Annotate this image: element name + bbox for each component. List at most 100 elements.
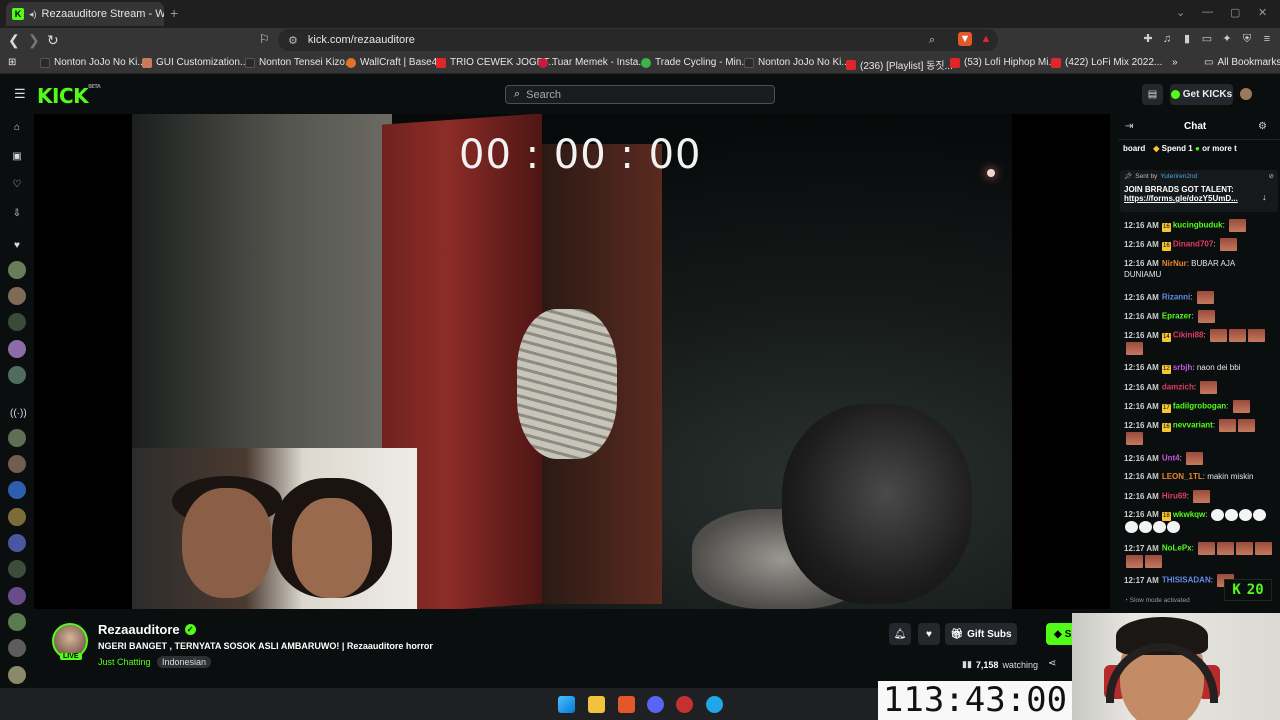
chat-emote-icon[interactable]: [1209, 329, 1227, 342]
followed-channel-avatar[interactable]: [8, 261, 26, 279]
chat-username[interactable]: Eprazer: [1162, 312, 1191, 321]
pinned-link[interactable]: https://forms.gle/dozY5UmD...: [1124, 194, 1274, 203]
chat-username[interactable]: Dinand707: [1173, 240, 1213, 249]
hamburger-menu-icon[interactable]: ☰: [14, 86, 26, 102]
chat-message[interactable]: 12:16 AM damzich:: [1124, 381, 1274, 394]
chat-message[interactable]: 12:16 AM NirNur: BUBAR AJA DUNIAMU: [1124, 258, 1274, 280]
stream-category[interactable]: Just Chatting: [98, 657, 151, 667]
downloads-icon[interactable]: ⇩: [10, 208, 24, 222]
chat-message[interactable]: 12:16 AM 14 Cikini88:: [1124, 329, 1274, 355]
chat-message[interactable]: 12:16 AM Hiru69:: [1124, 490, 1274, 503]
bookmark-item[interactable]: Trade Cycling - Min...: [641, 57, 750, 68]
hide-pin-icon[interactable]: ⊘: [1269, 172, 1274, 180]
kick-logo[interactable]: KICKBETA: [37, 84, 101, 108]
bookmark-item[interactable]: Tuar Memek - Insta...: [538, 57, 647, 68]
chat-message[interactable]: 12:16 AM Rizanni:: [1124, 291, 1274, 304]
chat-message[interactable]: 12:16 AM Unt4:: [1124, 452, 1274, 465]
forward-icon[interactable]: ❯: [28, 32, 40, 49]
chat-username[interactable]: wkwkqw: [1173, 510, 1205, 519]
tab-search-icon[interactable]: ⌄: [1176, 6, 1185, 19]
bookmark-item[interactable]: GUI Customization...: [142, 57, 248, 68]
chat-emote-icon[interactable]: [1255, 542, 1273, 555]
site-info-icon[interactable]: ⚙: [288, 34, 298, 47]
chat-emote-icon[interactable]: [1126, 432, 1143, 445]
chat-emote-icon[interactable]: [1252, 509, 1266, 521]
bookmark-item[interactable]: Nonton JoJo No Ki...: [40, 57, 146, 68]
chat-emote-icon[interactable]: [1200, 381, 1218, 394]
user-avatar[interactable]: [1240, 88, 1252, 100]
bookmark-page-icon[interactable]: ⚐: [259, 32, 270, 46]
chat-username[interactable]: NirNur: [1162, 259, 1187, 268]
chat-emote-icon[interactable]: [1126, 555, 1143, 568]
apps-icon[interactable]: ⊞: [8, 57, 16, 68]
chat-username[interactable]: damzich: [1162, 383, 1194, 392]
window-close-icon[interactable]: ✕: [1258, 6, 1267, 19]
pinned-message[interactable]: 📌︎ Sent by Yuteriren2nd ⊘ JOIN BRRADS GO…: [1120, 170, 1278, 212]
leo-ai-icon[interactable]: ✦: [1220, 32, 1234, 46]
chat-emote-icon[interactable]: [1232, 400, 1250, 413]
chat-emote-icon[interactable]: [1219, 238, 1237, 251]
language-tag[interactable]: Indonesian: [157, 656, 212, 668]
recommended-channel-avatar[interactable]: [8, 613, 26, 631]
maximize-icon[interactable]: ▢: [1230, 6, 1240, 19]
chat-username[interactable]: kucingbuduk: [1173, 221, 1223, 230]
brave-rewards-icon[interactable]: ▲: [979, 32, 993, 46]
reload-icon[interactable]: ↻: [47, 32, 59, 49]
chat-emote-icon[interactable]: [1167, 521, 1180, 534]
chat-emote-icon[interactable]: [1139, 521, 1152, 534]
chat-username[interactable]: Cikini88: [1173, 331, 1204, 340]
vpn-icon[interactable]: ⛨: [1240, 32, 1254, 46]
recommended-channel-avatar[interactable]: [8, 481, 26, 499]
bookmark-item[interactable]: Nonton Tensei Kizo...: [245, 57, 353, 68]
recommended-channel-avatar[interactable]: [8, 587, 26, 605]
notification-bell-icon[interactable]: 🔔︎: [889, 623, 911, 645]
recommended-channel-avatar[interactable]: [8, 639, 26, 657]
chat-username[interactable]: fadilgrobogan: [1173, 402, 1226, 411]
back-icon[interactable]: ❮: [8, 32, 20, 49]
chat-message[interactable]: 12:16 AM 16 Dinand707:: [1124, 238, 1274, 251]
gift-subs-button[interactable]: 🎁︎ Gift Subs: [945, 623, 1017, 645]
chat-username[interactable]: Unt4: [1162, 454, 1180, 463]
address-bar[interactable]: ⚙ kick.com/rezaauditore ⌕: [278, 29, 998, 51]
chat-username[interactable]: Hiru69: [1162, 492, 1187, 501]
chat-emote-icon[interactable]: [1238, 419, 1256, 432]
chat-settings-icon[interactable]: ⚙: [1258, 121, 1267, 132]
recommended-channel-avatar[interactable]: [8, 508, 26, 526]
chat-username[interactable]: Rizanni: [1162, 293, 1190, 302]
start-icon[interactable]: [558, 696, 575, 713]
chat-emote-icon[interactable]: [1229, 219, 1247, 232]
follow-heart-icon[interactable]: ♥: [918, 623, 940, 645]
obs-icon[interactable]: [676, 696, 693, 713]
chat-emote-icon[interactable]: [1224, 509, 1238, 521]
chat-emote-icon[interactable]: [1125, 521, 1138, 534]
chat-emote-icon[interactable]: [1186, 452, 1204, 465]
recommended-channel-avatar[interactable]: [8, 455, 26, 473]
chat-username[interactable]: LEON_1TL: [1162, 472, 1203, 481]
chat-leaderboard[interactable]: board ◆ Spend 1 ● or more t: [1118, 144, 1280, 158]
wallet-icon[interactable]: ▭: [1200, 32, 1214, 46]
collapse-chat-icon[interactable]: ⇥: [1125, 121, 1133, 132]
menu-icon[interactable]: ≡: [1260, 32, 1274, 46]
chat-emote-icon[interactable]: [1198, 542, 1216, 555]
streamer-name[interactable]: Rezaauditore ✓: [98, 622, 196, 637]
followed-channel-avatar[interactable]: [8, 366, 26, 384]
chat-message[interactable]: 12:16 AM 18 wkwkqw:: [1124, 509, 1274, 534]
chat-username[interactable]: srbjh: [1173, 363, 1193, 372]
chat-emote-icon[interactable]: [1196, 291, 1214, 304]
chat-emote-icon[interactable]: [1228, 329, 1246, 342]
chat-emote-icon[interactable]: [1193, 490, 1211, 503]
file-explorer-icon[interactable]: [588, 696, 605, 713]
bookmark-item[interactable]: (422) LoFi Mix 2022...: [1051, 57, 1162, 68]
chat-emote-icon[interactable]: [1238, 509, 1252, 521]
brave-browser-icon[interactable]: [618, 696, 635, 713]
video-player[interactable]: 00 : 00 : 00: [34, 114, 1110, 609]
chat-message[interactable]: 12:16 AM Eprazer:: [1124, 310, 1274, 323]
followed-channel-avatar[interactable]: [8, 313, 26, 331]
bookmark-item[interactable]: Nonton JoJo No Ki...: [744, 57, 850, 68]
chat-emote-icon[interactable]: [1197, 310, 1215, 323]
dashboard-icon[interactable]: ▤: [1142, 84, 1163, 105]
new-tab-icon[interactable]: +: [170, 5, 178, 21]
chat-emote-icon[interactable]: [1236, 542, 1254, 555]
bookmark-item[interactable]: WallCraft | Base44: [346, 57, 443, 68]
recommended-channel-avatar[interactable]: [8, 560, 26, 578]
